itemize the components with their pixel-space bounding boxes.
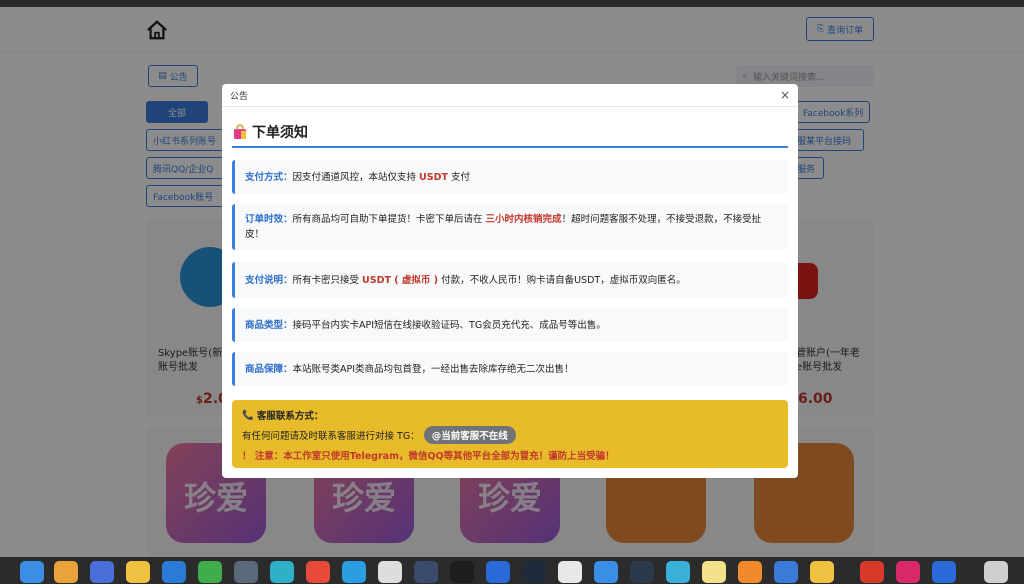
app-icon[interactable] [486, 561, 510, 583]
vlc-icon[interactable] [738, 561, 762, 583]
chrome-icon[interactable] [306, 561, 330, 583]
notice-item-product-type: 商品类型：接码平台内实卡API短信在线接收验证码、TG会员充代充、成品号等出售。 [232, 308, 788, 342]
notice-item-text: 订单时效：所有商品均可自助下单提货！卡密下单后请在 三小时内核销完成！超时问题客… [245, 212, 778, 242]
notice-item-body: 所有商品均可自助下单提货！卡密下单后请在 [292, 214, 486, 225]
app-icon[interactable] [414, 561, 438, 583]
app-icon[interactable] [896, 561, 920, 583]
notice-title: 下单须知 [232, 118, 788, 148]
notice-item-highlight: 三小时内核销完成 [485, 214, 562, 225]
shopping-bag-icon [234, 124, 246, 139]
notice-item-body: 支付 [447, 171, 471, 183]
macos-dock [0, 557, 1024, 584]
notice-item-body: 本站账号类API类商品均包首登，一经出售去除库存绝无二次出售！ [292, 363, 574, 375]
notice-item-payment-note: 支付说明：所有卡密只接受 USDT ( 虚拟币 ) 付款，不收人民币！购卡请自备… [232, 262, 788, 298]
notice-item-text: 商品保障：本站账号类API类商品均包首登，一经出售去除库存绝无二次出售！ [245, 362, 574, 377]
chatgpt-icon[interactable] [378, 561, 402, 583]
finder-icon[interactable] [20, 561, 44, 583]
browser-top-strip [0, 0, 1024, 7]
app-icon[interactable] [90, 561, 114, 583]
phone-icon: 📞 [242, 409, 254, 421]
contact-line: 有任何问题请及时联系客服进行对接 TG： @当前客服不在线 [242, 426, 778, 444]
app-icon[interactable] [126, 561, 150, 583]
app-icon[interactable] [774, 561, 798, 583]
telegram-icon[interactable] [342, 561, 366, 583]
vscode-icon[interactable] [162, 561, 186, 583]
app-icon[interactable] [270, 561, 294, 583]
notice-item-label: 支付方式： [245, 171, 293, 183]
contact-box: 📞 客服联系方式： 有任何问题请及时联系客服进行对接 TG： @当前客服不在线 ！… [232, 400, 788, 468]
contact-title-text: 客服联系方式： [256, 411, 324, 422]
notice-item-highlight: USDT ( 虚拟币 ) [362, 274, 439, 286]
notice-item-label: 支付说明： [245, 274, 293, 286]
modal-header-title: 公告 [230, 91, 249, 102]
notice-item-body: 因支付通道风控，本站仅支持 [292, 171, 420, 183]
app-icon[interactable] [630, 561, 654, 583]
modal-header: 公告 × [222, 84, 798, 107]
notice-item-product-guarantee: 商品保障：本站账号类API类商品均包首登，一经出售去除库存绝无二次出售！ [232, 352, 788, 386]
notice-item-body: 接码平台内实卡API短信在线接收验证码、TG会员充代充、成品号等出售。 [292, 319, 606, 331]
notice-item-body: 所有卡密只接受 [292, 274, 363, 286]
notice-modal: 公告 × 下单须知 支付方式：因支付通道风控，本站仅支持 USDT 支付 订单时… [222, 84, 798, 478]
telegram-contact-link[interactable]: @当前客服不在线 [423, 426, 516, 444]
notice-item-highlight: USDT [419, 171, 448, 183]
notice-item-label: 订单时效： [245, 214, 293, 225]
notes-icon[interactable] [702, 561, 726, 583]
app-icon[interactable] [522, 561, 546, 583]
docker-icon[interactable] [666, 561, 690, 583]
app-icon[interactable] [594, 561, 618, 583]
app-icon[interactable] [932, 561, 956, 583]
filezilla-icon[interactable] [860, 561, 884, 583]
notice-item-label: 商品保障： [245, 363, 293, 375]
terminal-icon[interactable] [450, 561, 474, 583]
close-icon[interactable]: × [780, 88, 790, 102]
notice-item-text: 商品类型：接码平台内实卡API短信在线接收验证码、TG会员充代充、成品号等出售。 [245, 318, 606, 333]
notice-item-payment-method: 支付方式：因支付通道风控，本站仅支持 USDT 支付 [232, 160, 788, 194]
notice-item-text: 支付方式：因支付通道风控，本站仅支持 USDT 支付 [245, 170, 470, 185]
notice-title-text: 下单须知 [252, 125, 308, 141]
notice-item-order-time: 订单时效：所有商品均可自助下单提货！卡密下单后请在 三小时内核销完成！超时问题客… [232, 204, 788, 250]
contact-title: 📞 客服联系方式： [242, 408, 778, 423]
scam-warning: ！ 注意：本工作室只使用Telegram，微信QQ等其他平台全部为冒充！谨防上当… [242, 451, 615, 462]
launchpad-icon[interactable] [54, 561, 78, 583]
notice-item-label: 商品类型： [245, 319, 293, 331]
trash-icon[interactable] [984, 561, 1008, 583]
notice-item-text: 支付说明：所有卡密只接受 USDT ( 虚拟币 ) 付款，不收人民币！购卡请自备… [245, 273, 686, 288]
app-icon[interactable] [558, 561, 582, 583]
app-icon[interactable] [198, 561, 222, 583]
notice-item-body: 付款，不收人民币！购卡请自备USDT，虚拟币双向匿名。 [438, 274, 686, 286]
app-icon[interactable] [810, 561, 834, 583]
contact-line-text: 有任何问题请及时联系客服进行对接 TG： [242, 431, 420, 442]
app-icon[interactable] [234, 561, 258, 583]
